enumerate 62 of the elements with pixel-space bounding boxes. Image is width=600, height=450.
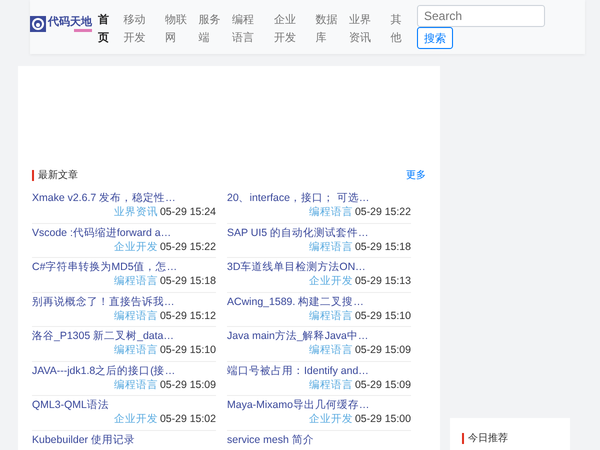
section-marker	[32, 170, 34, 180]
more-link[interactable]: 更多	[406, 168, 426, 182]
sidebar-title: 今日推荐	[468, 432, 508, 445]
article-time: 05-29 15:22	[354, 205, 411, 219]
article-link[interactable]: Java main方法_解释Java中…	[227, 330, 411, 343]
category-link[interactable]: 企业开发	[308, 412, 353, 426]
category-link[interactable]: 编程语言	[308, 378, 353, 392]
logo-subtitle-bar	[74, 29, 92, 32]
article-time: 05-29 15:22	[160, 240, 216, 254]
nav-link[interactable]: 首页	[98, 11, 124, 47]
article-time: 05-29 15:09	[354, 378, 411, 392]
article-time: 05-29 15:10	[354, 308, 411, 322]
article-link[interactable]: Xmake v2.6.7 发布，稳定性…	[32, 192, 216, 205]
nav-link[interactable]: 其他	[390, 11, 416, 47]
nav-link[interactable]: 编程语言	[232, 11, 274, 47]
category-link[interactable]: 编程语言	[308, 240, 353, 254]
article-time: 05-29 15:24	[160, 205, 216, 219]
article-link[interactable]: 别再说概念了！直接告诉我…	[32, 296, 216, 308]
article-link[interactable]: 端口号被占用：Identify and…	[227, 364, 411, 378]
nav-link[interactable]: 业界资讯	[348, 11, 391, 47]
article-time: 05-29 15:09	[160, 378, 216, 392]
article-time: 05-29 15:10	[160, 343, 216, 357]
article-time: 05-29 15:18	[160, 274, 216, 288]
logo-text[interactable]: 代码天地	[48, 16, 92, 29]
section-marker	[462, 432, 464, 444]
article-link[interactable]: JAVA---jdk1.8之后的接口(接…	[32, 364, 216, 378]
category-link[interactable]: 编程语言	[308, 205, 353, 219]
category-link[interactable]: 编程语言	[114, 378, 158, 392]
article-link[interactable]: C#字符串转换为MD5值，怎…	[32, 261, 216, 274]
article-link[interactable]: SAP UI5 的自动化测试套件…	[227, 226, 411, 240]
article-link[interactable]: Maya-Mixamo导出几何缓存…	[227, 399, 411, 412]
article-time: 05-29 15:12	[160, 308, 216, 322]
category-link[interactable]: 企业开发	[308, 274, 353, 288]
nav-link[interactable]: 数据库	[315, 11, 349, 47]
category-link[interactable]: 业界资讯	[114, 205, 158, 219]
article-link[interactable]: 3D车道线单目检测方法ON…	[227, 261, 411, 274]
article-link[interactable]: Vscode :代码缩进forward a…	[32, 226, 216, 240]
search-button[interactable]: 搜索	[417, 27, 453, 49]
category-link[interactable]: 企业开发	[114, 412, 158, 426]
nav-link[interactable]: 物联网	[165, 11, 199, 47]
nav-link[interactable]: 企业开发	[274, 11, 316, 47]
nav-link[interactable]: 移动开发	[123, 11, 166, 47]
nav-link[interactable]: 服务端	[198, 11, 232, 47]
article-link[interactable]: QML3-QML语法	[32, 399, 216, 412]
article-link[interactable]: 20、interface，接口； 可选…	[227, 192, 411, 205]
article-time: 05-29 15:09	[354, 343, 411, 357]
category-link[interactable]: 编程语言	[114, 274, 158, 288]
article-link[interactable]: service mesh 简介	[227, 434, 411, 446]
category-link[interactable]: 编程语言	[308, 343, 353, 357]
category-link[interactable]: 企业开发	[114, 240, 158, 254]
section-title: 最新文章	[38, 168, 78, 182]
category-link[interactable]: 编程语言	[114, 343, 158, 357]
article-link[interactable]: Kubebuilder 使用记录	[32, 434, 216, 446]
article-time: 05-29 15:00	[354, 412, 411, 426]
article-link[interactable]: 洛谷_P1305 新二叉树_data…	[32, 330, 216, 343]
category-link[interactable]: 编程语言	[308, 308, 353, 322]
article-time: 05-29 15:02	[160, 412, 216, 426]
article-time: 05-29 15:13	[354, 274, 411, 288]
article-time: 05-29 15:18	[354, 240, 411, 254]
category-link[interactable]: 编程语言	[114, 308, 158, 322]
search-field[interactable]: Search	[417, 5, 545, 27]
article-link[interactable]: ACwing_1589. 构建二叉搜…	[227, 296, 411, 308]
